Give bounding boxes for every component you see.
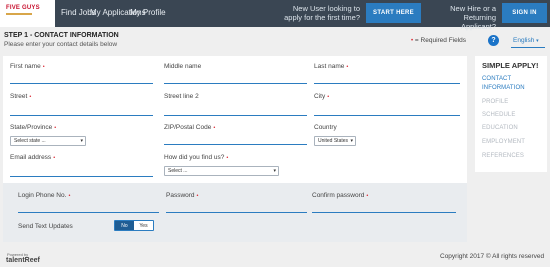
email-label: Email address • xyxy=(10,154,55,161)
middle-name-input[interactable] xyxy=(164,83,307,84)
page-title: STEP 1 - CONTACT INFORMATION xyxy=(4,32,119,39)
confirm-password-label: Confirm password • xyxy=(312,192,368,199)
new-user-prompt: New User looking to apply for the first … xyxy=(262,4,360,22)
sidebar-item-contact-information[interactable]: CONTACT INFORMATION xyxy=(482,75,525,93)
sidebar-item-label: CONTACT xyxy=(482,76,512,82)
chevron-down-icon: ▾ xyxy=(350,138,353,144)
referral-label: How did you find us? • xyxy=(164,154,228,161)
start-here-button[interactable]: START HERE xyxy=(366,3,421,23)
language-select[interactable]: English ▾ xyxy=(513,37,539,44)
sidebar-item-education[interactable]: EDUCATION xyxy=(482,125,518,131)
toggle-no-option[interactable]: No xyxy=(115,221,134,230)
referral-select-value: Select ... xyxy=(168,168,188,174)
last-name-label: Last name • xyxy=(314,63,348,70)
last-name-input[interactable] xyxy=(314,83,460,84)
city-label: City • xyxy=(314,93,329,100)
page-subtitle: Please enter your contact details below xyxy=(4,41,118,48)
talentreef-logo: talentReef xyxy=(6,257,40,264)
language-underline xyxy=(511,47,545,48)
required-dot-icon: • xyxy=(366,193,369,199)
brand-logo-underline xyxy=(6,13,32,15)
login-phone-label-text: Login Phone No. xyxy=(18,192,67,199)
required-dot-icon: • xyxy=(213,125,216,131)
password-input[interactable] xyxy=(166,212,307,213)
required-dot-icon: • xyxy=(42,64,45,70)
sidebar-item-label: INFORMATION xyxy=(482,85,525,91)
first-name-label: First name • xyxy=(10,63,45,70)
confirm-password-label-text: Confirm password xyxy=(312,192,365,199)
referral-select[interactable]: Select ... ▾ xyxy=(164,166,279,176)
required-dot-icon: • xyxy=(196,193,199,199)
sidebar-item-references[interactable]: REFERENCES xyxy=(482,153,524,159)
middle-name-label: Middle name xyxy=(164,63,202,70)
nav-my-profile[interactable]: My Profile xyxy=(130,8,166,17)
email-label-text: Email address xyxy=(10,154,52,161)
required-legend-text: = Required Fields xyxy=(414,37,467,44)
state-select[interactable]: Select state ... ▾ xyxy=(10,136,86,146)
street-label-text: Street xyxy=(10,93,28,100)
new-user-prompt-line1: New User looking to xyxy=(292,4,360,13)
chevron-down-icon: ▾ xyxy=(536,38,539,44)
state-select-value: Select state ... xyxy=(14,138,46,144)
street-input[interactable] xyxy=(10,115,153,116)
street-label: Street • xyxy=(10,93,31,100)
required-dot-icon: • xyxy=(29,94,32,100)
required-dot-icon: • xyxy=(226,155,229,161)
last-name-label-text: Last name xyxy=(314,63,345,70)
sidebar-item-schedule[interactable]: SCHEDULE xyxy=(482,112,515,118)
required-dot-icon: • xyxy=(346,64,349,70)
login-phone-input[interactable] xyxy=(18,212,159,213)
toggle-yes-option[interactable]: Yes xyxy=(134,221,153,230)
referral-label-text: How did you find us? xyxy=(164,154,225,161)
state-label: State/Province • xyxy=(10,124,56,131)
required-dot-icon: • xyxy=(327,94,330,100)
password-label: Password • xyxy=(166,192,198,199)
returning-prompt-line1: New Hire or a xyxy=(450,4,496,13)
application-steps-sidebar: SIMPLE APPLY! CONTACT INFORMATION PROFIL… xyxy=(475,56,547,172)
required-dot-icon: • xyxy=(68,193,71,199)
help-icon[interactable]: ? xyxy=(488,35,499,46)
street-line-2-input[interactable] xyxy=(164,115,307,116)
top-navigation-bar: FIVE GUYS Find Jobs My Applications My P… xyxy=(0,0,550,31)
brand-logo[interactable]: FIVE GUYS xyxy=(0,0,55,27)
chevron-down-icon: ▾ xyxy=(273,168,276,174)
login-phone-label: Login Phone No. • xyxy=(18,192,70,199)
country-select[interactable]: United States ▾ xyxy=(314,136,356,146)
zip-label: ZIP/Postal Code • xyxy=(164,124,215,131)
required-dot-icon: • xyxy=(54,125,57,131)
required-dot-icon: • xyxy=(53,155,56,161)
required-dot-icon: • xyxy=(411,38,414,44)
sidebar-title: SIMPLE APPLY! xyxy=(482,61,539,70)
copyright-text: Copyright 2017 © All rights reserved xyxy=(440,253,545,260)
returning-prompt-line2: Returning Applicant? xyxy=(460,13,496,31)
required-fields-legend: • = Required Fields xyxy=(411,37,466,44)
new-user-prompt-line2: apply for the first time? xyxy=(284,13,360,22)
sidebar-item-profile[interactable]: PROFILE xyxy=(482,99,508,105)
first-name-input[interactable] xyxy=(10,83,153,84)
email-input[interactable] xyxy=(10,176,153,177)
send-text-updates-label: Send Text Updates xyxy=(18,223,73,230)
city-label-text: City xyxy=(314,93,326,100)
zip-input[interactable] xyxy=(164,144,307,145)
language-value: English xyxy=(513,37,535,44)
city-input[interactable] xyxy=(314,115,460,116)
returning-applicant-prompt: New Hire or a Returning Applicant? xyxy=(430,4,496,31)
zip-label-text: ZIP/Postal Code xyxy=(164,124,212,131)
first-name-label-text: First name xyxy=(10,63,41,70)
state-label-text: State/Province xyxy=(10,124,53,131)
country-select-value: United States xyxy=(318,138,349,144)
sidebar-item-employment[interactable]: EMPLOYMENT xyxy=(482,139,525,145)
sign-in-button[interactable]: SIGN IN xyxy=(502,3,547,23)
chevron-down-icon: ▾ xyxy=(80,138,83,144)
password-label-text: Password xyxy=(166,192,195,199)
confirm-password-input[interactable] xyxy=(312,212,456,213)
brand-logo-text: FIVE GUYS xyxy=(6,5,40,11)
street-line-2-label: Street line 2 xyxy=(164,93,199,100)
country-label: Country xyxy=(314,124,337,131)
send-text-updates-toggle[interactable]: No Yes xyxy=(114,220,154,231)
